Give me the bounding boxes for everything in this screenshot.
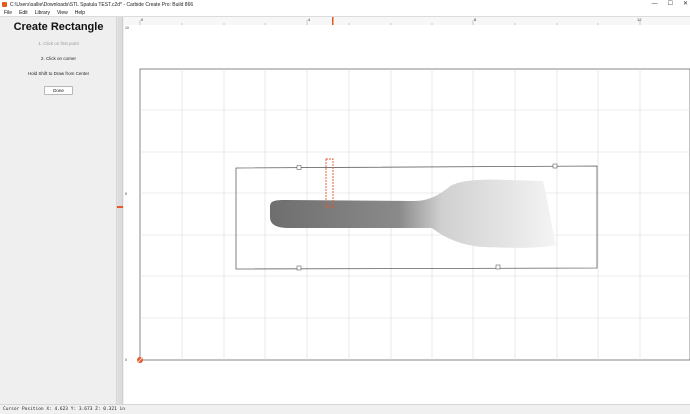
step-first-point: 1. Click on first point: [38, 41, 79, 46]
app-logo-icon: [2, 2, 7, 7]
menu-file[interactable]: File: [4, 10, 12, 16]
step-corner: 2. Click on corner: [40, 56, 76, 61]
handle-bottom-left[interactable]: [296, 265, 302, 271]
ruler-label-y0: 0: [125, 358, 127, 362]
design-canvas[interactable]: 0 4 8 12 10 5 0: [124, 17, 690, 404]
cursor-y-marker: [117, 206, 123, 208]
shift-hint: Hold Shift to Draw from Center: [27, 71, 90, 76]
canvas-svg[interactable]: 0 4 8 12 10 5 0: [124, 17, 690, 404]
origin-icon: [137, 357, 143, 363]
maximize-icon[interactable]: ☐: [668, 0, 673, 9]
scrollbar-thumb[interactable]: [118, 17, 122, 404]
handle-bottom-right[interactable]: [495, 264, 501, 270]
left-scrollbar[interactable]: [117, 17, 123, 404]
ruler-label-y5: 5: [125, 192, 127, 196]
ruler-label-12: 12: [637, 17, 642, 22]
menu-bar: File Edit Library View Help: [0, 9, 690, 17]
handle-top-right[interactable]: [552, 163, 558, 169]
menu-library[interactable]: Library: [35, 10, 50, 16]
handle-top-left[interactable]: [296, 165, 302, 170]
tool-title: Create Rectangle: [13, 21, 104, 33]
menu-help[interactable]: Help: [75, 10, 85, 16]
window-title: C:\Users\sallie\Downloads\STL Spatula TE…: [10, 1, 194, 8]
title-bar: C:\Users\sallie\Downloads\STL Spatula TE…: [0, 0, 690, 9]
minimize-icon[interactable]: —: [652, 0, 658, 9]
close-icon[interactable]: ✕: [683, 0, 688, 9]
status-bar: Cursor Position X: 4.623 Y: 3.673 Z: 0.3…: [0, 404, 690, 414]
cursor-x-marker: [332, 17, 334, 25]
ruler-label-y10: 10: [125, 26, 129, 30]
tool-panel: Create Rectangle 1. Click on first point…: [0, 17, 117, 404]
menu-view[interactable]: View: [57, 10, 68, 16]
window-controls: — ☐ ✕: [652, 0, 688, 9]
done-button[interactable]: Done: [44, 86, 73, 95]
top-ruler: [124, 17, 690, 25]
menu-edit[interactable]: Edit: [19, 10, 28, 16]
